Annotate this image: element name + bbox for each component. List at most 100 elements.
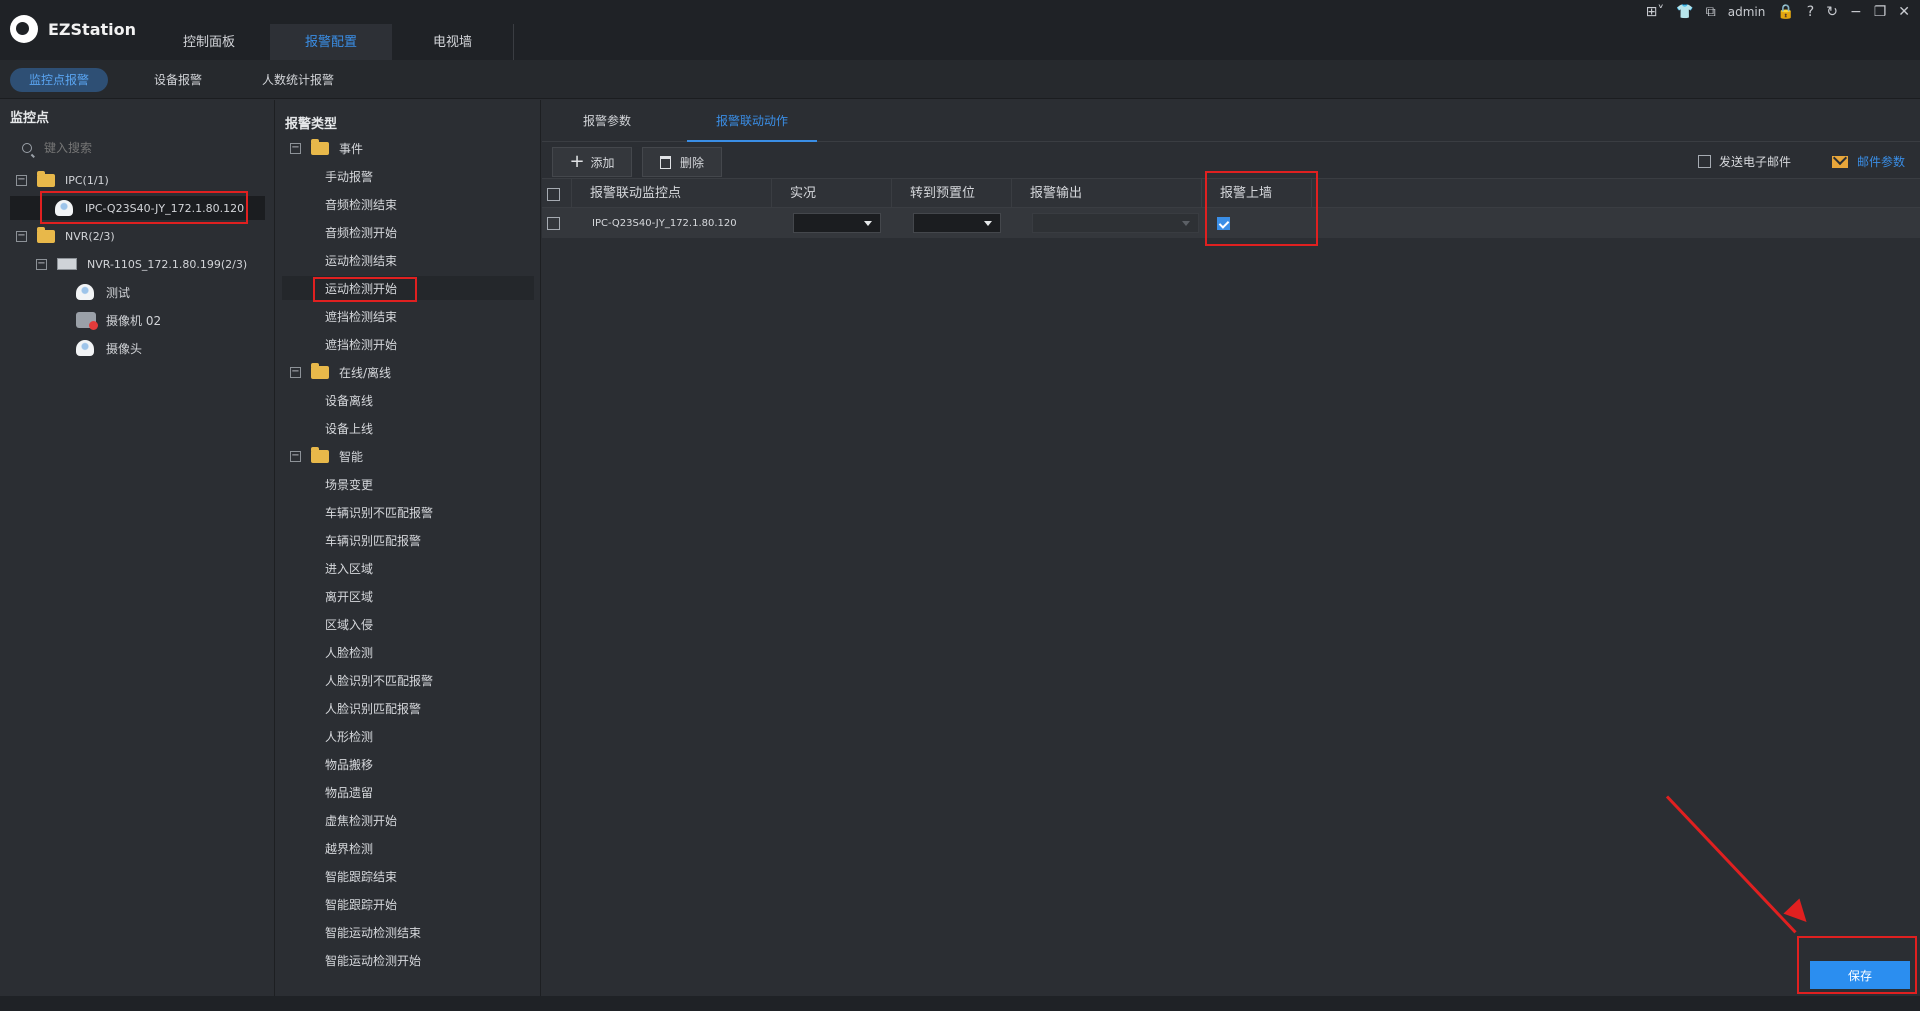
restore-icon[interactable]: ❐ [1874,2,1887,22]
alarm-type-item[interactable]: 运动检测结束 [282,248,534,272]
row-checkbox[interactable] [547,216,560,230]
alarm-type-label: 运动检测结束 [325,253,398,268]
alarm-type-item[interactable]: 区域入侵 [282,612,534,636]
alarm-type-item[interactable]: 智能跟踪开始 [282,892,534,916]
collapse-toggle-icon[interactable]: − [36,258,47,270]
config-tabs: 报警参数 报警联动动作 [542,100,1920,142]
alarm-type-label: 手动报警 [325,169,374,184]
alarm-type-item[interactable]: 物品遗留 [282,780,534,804]
alarm-type-item[interactable]: 车辆识别匹配报警 [282,528,534,552]
alarm-type-label: 人形检测 [325,729,374,744]
send-email-option[interactable]: 发送电子邮件 [1698,153,1791,170]
search-input[interactable] [44,141,244,155]
alarm-type-item[interactable]: 人脸识别匹配报警 [282,696,534,720]
alarm-type-item[interactable]: 智能运动检测开始 [282,948,534,972]
mail-icon [1832,155,1848,168]
subtab-device-alarm[interactable]: 设备报警 [130,68,226,92]
alarm-type-item[interactable]: 遮挡检测开始 [282,332,534,356]
admin-user-label[interactable]: admin [1728,2,1766,22]
minimize-icon[interactable]: − [1850,2,1862,22]
alarm-type-item[interactable]: 设备上线 [282,416,534,440]
help-icon[interactable]: ? [1807,2,1814,22]
collapse-toggle-icon[interactable]: − [16,230,27,242]
table-header: 报警联动监控点 实况 转到预置位 报警输出 报警上墙 [542,178,1920,209]
alarm-type-item[interactable]: 人脸检测 [282,640,534,664]
tree-node-camera-head[interactable]: 摄像头 [76,336,271,360]
tree-node-label: IPC(1/1) [65,173,109,187]
save-button[interactable]: 保存 [1810,961,1910,989]
alarm-type-item[interactable]: 场景变更 [282,472,534,496]
layout-grid-icon[interactable]: ⊞˅ [1646,2,1665,22]
alarm-group[interactable]: − 智能 [290,444,535,468]
alarm-type-label: 车辆识别匹配报警 [325,533,422,548]
add-button[interactable]: + 添加 [552,147,632,177]
alarm-type-item[interactable]: 智能跟踪结束 [282,864,534,888]
header-camera: 报警联动监控点 [572,179,772,209]
close-icon[interactable]: ✕ [1898,2,1910,22]
collapse-toggle-icon[interactable]: − [290,142,301,154]
alarm-type-item[interactable]: 虚焦检测开始 [282,808,534,832]
collapse-toggle-icon[interactable]: − [290,366,301,378]
window-controls: ⊞˅ 👕 ⧉ admin 🔒 ? ↻ − ❐ ✕ [1646,2,1910,22]
subtab-monitor-point-alarm[interactable]: 监控点报警 [10,68,108,92]
sub-nav: 监控点报警 设备报警 人数统计报警 [0,60,1920,99]
tree-node-camera-test[interactable]: 测试 [76,280,271,304]
lock-icon[interactable]: 🔒 [1777,2,1794,22]
refresh-icon[interactable]: ↻ [1826,2,1838,22]
mail-params-link[interactable]: 邮件参数 [1832,153,1905,170]
skin-shirt-icon[interactable]: 👕 [1676,2,1693,22]
header-alarm-output: 报警输出 [1012,179,1202,209]
row-select-cell [547,208,572,238]
delete-button[interactable]: 删除 [642,147,722,177]
alarm-type-item[interactable]: 音频检测结束 [282,192,534,216]
tab-alarm-params[interactable]: 报警参数 [542,100,672,142]
alarm-type-item[interactable]: 智能运动检测结束 [282,920,534,944]
send-email-checkbox[interactable] [1698,155,1711,168]
alarm-type-item[interactable]: 人形检测 [282,724,534,748]
alarm-type-item[interactable]: 车辆识别不匹配报警 [282,500,534,524]
tree-node-ipc-group[interactable]: − IPC(1/1) [16,168,271,192]
alarm-type-item[interactable]: 进入区域 [282,556,534,580]
alarm-type-item[interactable]: 运动检测开始 [282,276,534,300]
tab-video-wall[interactable]: 电视墙 [392,24,514,60]
search-icon [22,143,32,153]
collapse-toggle-icon[interactable]: − [290,450,301,462]
alarm-type-item[interactable]: 离开区域 [282,584,534,608]
collapse-toggle-icon[interactable]: − [16,174,27,186]
tree-node-nvr-device[interactable]: − NVR-110S_172.1.80.199(2/3) [36,252,271,276]
table-row[interactable]: IPC-Q23S40-JY_172.1.80.120 [542,208,1920,238]
app-title: EZStation [48,19,137,39]
alarm-type-item[interactable]: 物品搬移 [282,752,534,776]
tab-alarm-linkage[interactable]: 报警联动动作 [687,100,817,142]
alarm-type-item[interactable]: 手动报警 [282,164,534,188]
alarm-type-label: 物品搬移 [325,757,374,772]
network-icon[interactable]: ⧉ [1706,2,1716,22]
alarm-type-item[interactable]: 越界检测 [282,836,534,860]
main-tabs: 控制面板 报警配置 电视墙 [148,24,514,60]
alarm-type-label: 人脸识别不匹配报警 [325,673,434,688]
alarm-type-label: 遮挡检测开始 [325,337,398,352]
alarm-type-item[interactable]: 遮挡检测结束 [282,304,534,328]
preset-select[interactable] [913,213,1001,233]
mail-params-label: 邮件参数 [1857,155,1906,169]
alarm-type-label: 物品遗留 [325,785,374,800]
alarm-group-label: 事件 [339,141,364,156]
alarm-group[interactable]: − 事件 [290,136,535,160]
tab-alarm-config[interactable]: 报警配置 [270,24,392,60]
tab-control-panel[interactable]: 控制面板 [148,24,270,60]
alarm-group[interactable]: − 在线/离线 [290,360,535,384]
alarm-type-item[interactable]: 音频检测开始 [282,220,534,244]
top-bar: EZStation 控制面板 报警配置 电视墙 ⊞˅ 👕 ⧉ admin 🔒 ?… [0,0,1920,60]
tree-node-ipc-camera[interactable]: IPC-Q23S40-JY_172.1.80.120 [10,196,265,220]
alarm-type-item[interactable]: 人脸识别不匹配报警 [282,668,534,692]
tree-node-label: 测试 [106,285,131,300]
tree-node-camera-02[interactable]: 摄像机 02 [76,308,271,332]
alarm-to-wall-checkbox[interactable] [1217,216,1230,230]
select-all-checkbox[interactable] [547,187,560,201]
tree-node-nvr-group[interactable]: − NVR(2/3) [16,224,271,248]
alarm-type-item[interactable]: 设备离线 [282,388,534,412]
alarm-type-label: 遮挡检测结束 [325,309,398,324]
header-alarm-to-wall: 报警上墙 [1202,179,1312,209]
subtab-people-count-alarm[interactable]: 人数统计报警 [250,68,346,92]
live-select[interactable] [793,213,881,233]
